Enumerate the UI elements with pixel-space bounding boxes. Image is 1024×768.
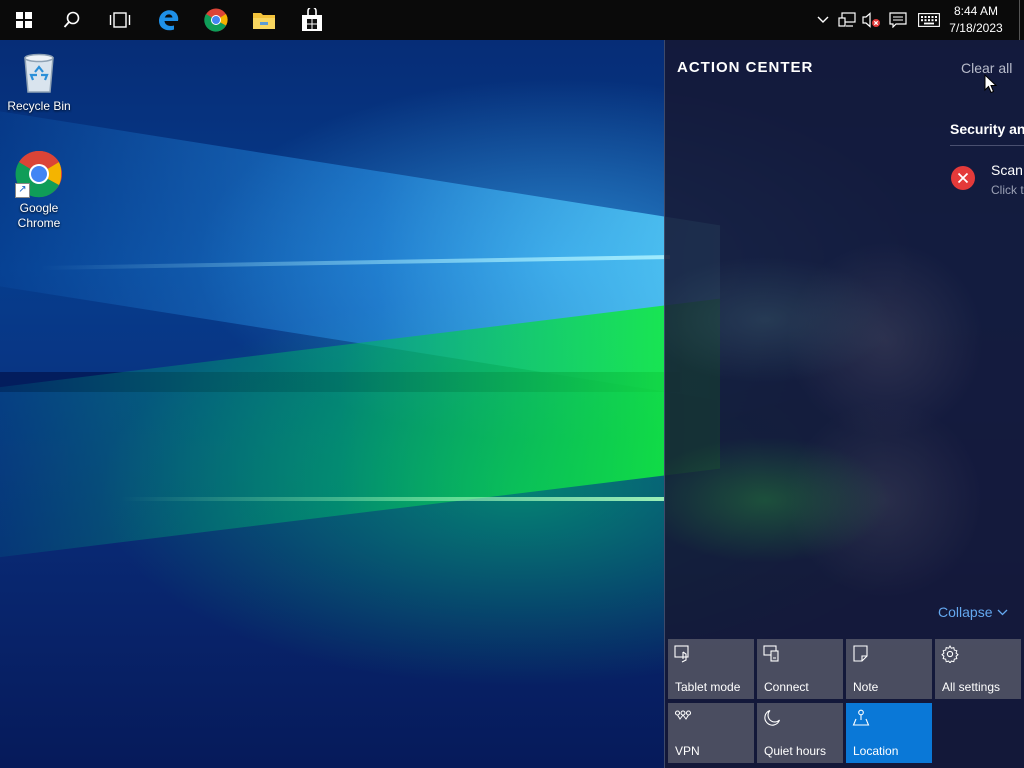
edge-icon xyxy=(159,10,179,31)
desktop-icon-google-chrome[interactable]: ↗ Google Chrome xyxy=(1,150,77,231)
collapse-label: Collapse xyxy=(938,604,993,620)
action-center-button[interactable] xyxy=(883,0,913,40)
gear-icon xyxy=(941,645,959,663)
clock-time: 8:44 AM xyxy=(953,4,999,18)
quick-action-note[interactable]: Note xyxy=(846,639,932,699)
taskbar: 8:44 AM 7/18/2023 xyxy=(0,0,1024,40)
show-desktop-button[interactable] xyxy=(1019,0,1024,40)
chevron-up-icon xyxy=(817,16,829,23)
quick-action-all-settings[interactable]: All settings xyxy=(935,639,1021,699)
vpn-icon xyxy=(674,710,692,720)
action-center-title: ACTION CENTER xyxy=(677,59,814,76)
desktop-icon-label: Google Chrome xyxy=(17,201,61,230)
show-hidden-icons-button[interactable] xyxy=(811,0,835,40)
clock-date: 7/18/2023 xyxy=(949,21,1003,35)
moon-icon xyxy=(764,709,781,726)
notification-subtitle: Click t xyxy=(991,183,1024,197)
quick-action-tablet-mode[interactable]: Tablet mode xyxy=(668,639,754,699)
quick-action-location[interactable]: Location xyxy=(846,703,932,763)
quick-action-quiet-hours[interactable]: Quiet hours xyxy=(757,703,843,763)
windows-logo-icon xyxy=(16,12,32,28)
desktop-icon-label: Recycle Bin xyxy=(7,99,71,113)
chrome-icon: ↗ xyxy=(15,150,63,198)
task-view-icon xyxy=(109,12,131,28)
tile-label: Note xyxy=(853,680,879,694)
connect-icon xyxy=(763,645,779,662)
notification-title: Scan xyxy=(991,162,1023,178)
tile-label: Quiet hours xyxy=(764,744,827,758)
store-icon xyxy=(302,8,322,31)
start-button[interactable] xyxy=(0,0,48,40)
tile-label: All settings xyxy=(942,680,1001,694)
folder-icon xyxy=(253,13,275,29)
action-center-panel: ACTION CENTER Clear all Security and Mai… xyxy=(664,40,1024,768)
notification-group-header[interactable]: Security and Maintenance xyxy=(950,121,1024,146)
keyboard-icon xyxy=(918,13,940,27)
edge-button[interactable] xyxy=(144,0,192,40)
clock[interactable]: 8:44 AM 7/18/2023 xyxy=(945,0,1007,40)
network-icon xyxy=(838,12,856,27)
location-icon xyxy=(852,709,870,726)
system-tray: 8:44 AM 7/18/2023 xyxy=(811,0,1024,40)
recycle-bin-icon xyxy=(15,48,63,96)
search-icon xyxy=(63,11,80,28)
screen: Recycle Bin ↗ Google Chrome 8:44 AM 7/18… xyxy=(0,0,1024,768)
tile-label: Connect xyxy=(764,680,809,694)
volume-muted-icon xyxy=(862,12,880,28)
network-button[interactable] xyxy=(835,0,859,40)
wallpaper-light-edge-bottom xyxy=(120,497,665,501)
task-view-button[interactable] xyxy=(96,0,144,40)
collapse-button[interactable]: Collapse xyxy=(938,604,1008,620)
search-button[interactable] xyxy=(48,0,96,40)
quick-action-connect[interactable]: Connect xyxy=(757,639,843,699)
tile-label: Location xyxy=(853,744,899,758)
volume-button[interactable] xyxy=(859,0,883,40)
quick-action-vpn[interactable]: VPN xyxy=(668,703,754,763)
file-explorer-button[interactable] xyxy=(240,0,288,40)
tablet-mode-icon xyxy=(674,645,689,663)
action-center-icon xyxy=(889,12,907,28)
touch-keyboard-button[interactable] xyxy=(913,0,945,40)
chevron-down-icon xyxy=(998,609,1008,615)
mouse-cursor-icon xyxy=(984,74,998,94)
shortcut-arrow-icon: ↗ xyxy=(15,183,30,198)
chrome-taskbar-button[interactable] xyxy=(192,0,240,40)
notification-item[interactable]: Scan Click t xyxy=(951,162,1024,202)
tile-label: VPN xyxy=(675,744,700,758)
note-icon xyxy=(853,645,868,662)
desktop-icon-recycle-bin[interactable]: Recycle Bin xyxy=(1,48,77,114)
tile-label: Tablet mode xyxy=(675,680,741,694)
chrome-icon xyxy=(204,8,228,32)
store-button[interactable] xyxy=(288,0,336,40)
error-x-icon xyxy=(951,166,975,190)
